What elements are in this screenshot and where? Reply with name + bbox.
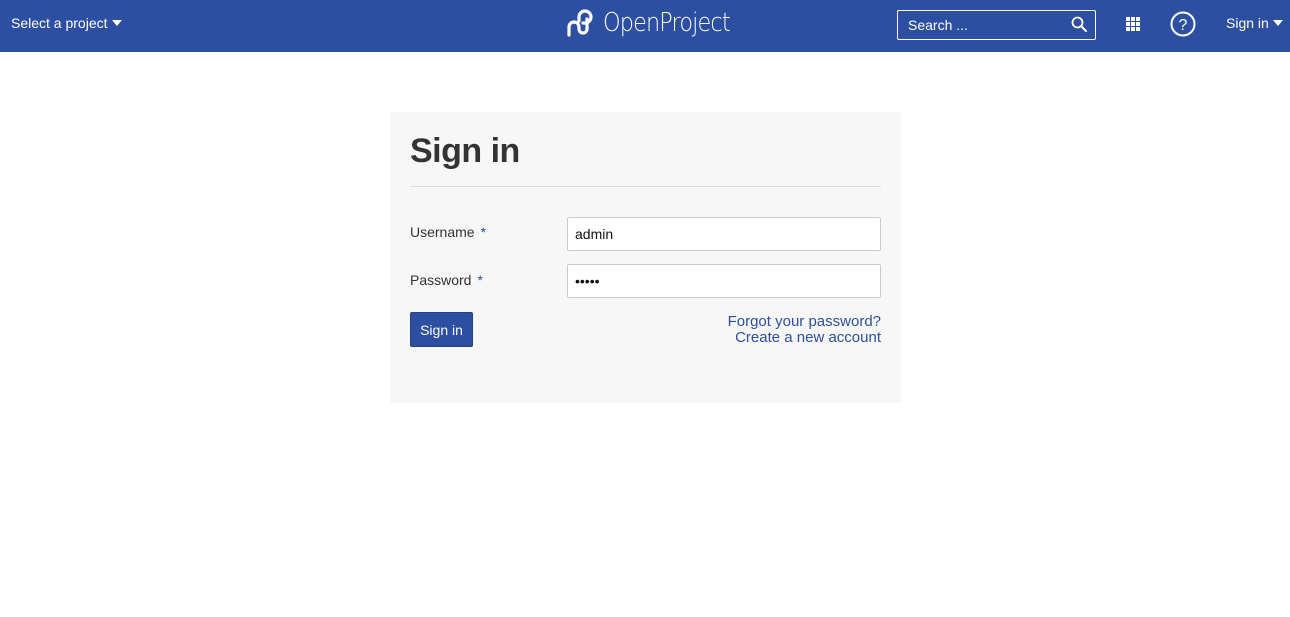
login-panel: Sign in Username * Password * Sign in Forg… bbox=[390, 112, 901, 403]
username-field[interactable] bbox=[567, 217, 881, 251]
project-select-label: Select a project bbox=[11, 15, 108, 31]
required-marker: * bbox=[480, 224, 487, 240]
search-icon[interactable] bbox=[1071, 16, 1087, 32]
openproject-logo[interactable]: OpenProject bbox=[565, 7, 750, 39]
signin-menu-label: Sign in bbox=[1226, 15, 1269, 31]
caret-down-icon bbox=[1272, 20, 1283, 26]
required-marker: * bbox=[477, 272, 483, 288]
page-title: Sign in bbox=[410, 132, 520, 170]
svg-text:?: ? bbox=[1179, 17, 1188, 34]
search-input[interactable] bbox=[898, 11, 1068, 39]
forgot-password-link[interactable]: Forgot your password? bbox=[728, 314, 881, 330]
password-field[interactable] bbox=[567, 264, 881, 298]
sign-in-button[interactable]: Sign in bbox=[410, 312, 473, 347]
signin-menu[interactable]: Sign in bbox=[1226, 15, 1283, 31]
password-label: Password * bbox=[410, 272, 483, 288]
search-box[interactable] bbox=[897, 10, 1096, 40]
create-account-link[interactable]: Create a new account bbox=[728, 330, 881, 346]
logo-text: OpenProject bbox=[603, 8, 731, 38]
modules-grid-icon[interactable] bbox=[1126, 17, 1140, 31]
top-navigation-bar: Select a project OpenProject ? Sign in bbox=[0, 0, 1290, 52]
caret-down-icon bbox=[111, 20, 122, 26]
help-icon[interactable]: ? bbox=[1170, 11, 1196, 37]
project-select-menu[interactable]: Select a project bbox=[11, 15, 122, 31]
logo-icon bbox=[567, 9, 593, 37]
username-label: Username * bbox=[410, 224, 486, 240]
password-label-text: Password bbox=[410, 272, 472, 288]
title-divider bbox=[410, 186, 881, 187]
account-links: Forgot your password? Create a new accou… bbox=[728, 314, 881, 346]
username-label-text: Username bbox=[410, 224, 475, 240]
